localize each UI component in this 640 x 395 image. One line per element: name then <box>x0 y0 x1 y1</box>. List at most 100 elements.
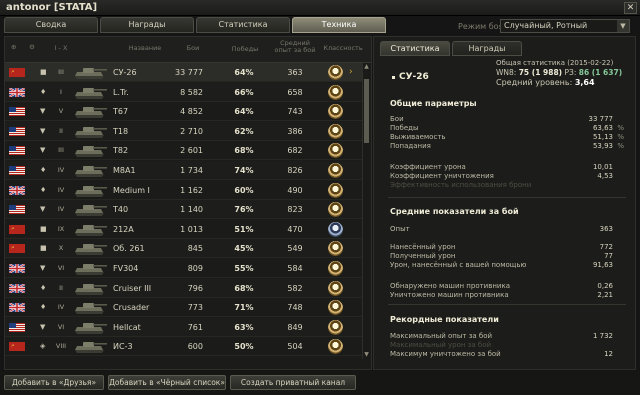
scroll-down-icon[interactable]: ▼ <box>363 352 370 358</box>
chevron-right-icon: › <box>349 67 353 77</box>
stat-label: Максимум уничтожено за бой <box>390 350 501 358</box>
mastery-badge-icon <box>328 241 343 257</box>
nation-flag-icon: ☭ <box>9 224 25 234</box>
tier-header[interactable]: I - X <box>53 45 69 52</box>
battles-cell: 33 777 <box>175 68 203 77</box>
tank-icon <box>71 84 109 101</box>
vehicle-name-cell: СУ-26 <box>113 68 137 77</box>
add-friend-button[interactable]: Добавить в «Друзья» <box>4 375 104 390</box>
vehicle-type-icon: ▼ <box>40 205 46 214</box>
stat-label: Бои <box>390 115 404 123</box>
table-row[interactable]: ♦ IV Crusader 773 71% 748 <box>5 298 362 318</box>
table-row[interactable]: ▼ V T67 4 852 64% 743 <box>5 102 362 122</box>
wins-header[interactable]: Победы <box>225 46 265 53</box>
nation-flag-icon <box>9 322 25 332</box>
wins-cell: 55% <box>234 264 254 273</box>
avg-xp-header[interactable]: Средний опыт за бой <box>273 40 317 54</box>
nation-flag-icon <box>8 184 26 196</box>
table-row[interactable]: ▼ IV T40 1 140 76% 823 <box>5 200 362 220</box>
vehicle-type-icon: ▼ <box>40 322 46 331</box>
mastery-header[interactable]: Классность <box>323 45 363 52</box>
stat-unit: % <box>617 133 624 141</box>
tier-cell: III <box>58 146 64 155</box>
create-channel-button[interactable]: Создать приватный канал <box>230 375 356 390</box>
avg-xp-cell: 584 <box>287 264 303 273</box>
tank-icon <box>71 103 109 120</box>
name-header[interactable]: Название <box>123 45 167 52</box>
wins-cell: 50% <box>234 342 254 352</box>
stat-unit: % <box>617 142 624 150</box>
stat-value: 53,93 <box>592 142 613 150</box>
table-row[interactable]: ♦ IV Medium I 1 162 60% 490 <box>5 181 362 200</box>
tier-cell: IV <box>57 185 65 194</box>
stat-row: Нанесённый урон 772 <box>390 243 613 252</box>
add-blacklist-button[interactable]: Добавить в «Чёрный список» <box>108 375 226 390</box>
table-row[interactable]: ▼ III T82 2 601 68% 682 <box>5 141 362 161</box>
stat-value: 1 732 <box>592 332 613 340</box>
type-filter-icon[interactable]: ⚙ <box>29 44 35 51</box>
tab-awards[interactable]: Награды <box>100 17 194 33</box>
tier-cell: IX <box>57 224 65 233</box>
panel-tab-awards[interactable]: Награды <box>452 41 522 56</box>
nation-filter-icon[interactable]: ⊕ <box>11 44 16 51</box>
battles-cell: 1 162 <box>180 185 203 195</box>
table-scrollbar[interactable]: ▲ ▼ <box>362 63 370 359</box>
avg-xp-cell: 386 <box>287 126 303 136</box>
chevron-down-icon[interactable]: ▼ <box>617 20 629 32</box>
svg-text:☭: ☭ <box>11 226 14 230</box>
scrollbar-thumb[interactable] <box>364 79 369 143</box>
tab-summary[interactable]: Сводка <box>4 17 98 33</box>
mastery-badge-icon <box>328 104 343 120</box>
wins-cell: 68% <box>234 146 254 156</box>
stat-row: Коэффициент урона 10,01 <box>390 163 613 172</box>
stat-label: Обнаружено машин противника <box>390 282 511 290</box>
table-row[interactable]: ☭ ■ III СУ-26 33 777 64% 363 › <box>5 63 362 82</box>
nation-flag-icon: ☭ <box>9 68 25 77</box>
tab-vehicles[interactable]: Техника <box>292 17 386 33</box>
tank-icon <box>71 162 109 179</box>
tier-cell: IV <box>57 166 65 174</box>
table-row[interactable]: ☭ ■ X Об. 261 845 45% 549 <box>5 239 362 259</box>
nation-flag-icon <box>8 263 26 274</box>
stat-label: Нанесённый урон <box>390 243 456 251</box>
vehicle-name-cell: Hellcat <box>113 322 141 332</box>
scroll-up-icon[interactable]: ▲ <box>363 64 370 70</box>
table-header: ⊕ ⚙ I - X Название Бои Победы Средний оп… <box>5 37 371 63</box>
general-params-title: Общие параметры <box>390 99 477 108</box>
battle-mode-select[interactable]: Случайный, Ротный ▼ <box>500 19 630 33</box>
average-title: Средние показатели за бой <box>390 207 519 216</box>
wins-cell: 63% <box>234 322 254 332</box>
table-row[interactable]: ♦ I L.Tr. 8 582 66% 658 <box>5 82 362 102</box>
vehicle-name-cell: T18 <box>113 126 129 136</box>
tier-cell: VI <box>57 322 65 331</box>
table-row[interactable]: ☭ ■ IX 212A 1 013 51% 470 <box>5 220 362 239</box>
table-row[interactable]: ▼ VI FV304 809 55% 584 <box>5 259 362 278</box>
table-row[interactable]: ▼ II T18 2 710 62% 386 <box>5 121 362 141</box>
tank-icon <box>71 338 109 355</box>
panel-tab-statistics[interactable]: Статистика <box>380 41 450 56</box>
tab-statistics[interactable]: Статистика <box>196 17 290 33</box>
battles-header[interactable]: Бои <box>181 45 205 52</box>
table-row[interactable]: ▼ VI Hellcat 761 63% 849 <box>5 317 362 337</box>
stat-label: Уничтожено машин противника <box>390 291 509 299</box>
battles-cell: 796 <box>187 283 203 293</box>
tier-cell: VIII <box>55 342 67 351</box>
close-button[interactable]: ✕ <box>624 2 637 14</box>
avg-xp-cell: 582 <box>287 283 303 293</box>
table-row[interactable]: ☭ ◈ VIII ИС-3 600 50% 504 <box>5 337 362 357</box>
vehicle-type-icon: ▼ <box>40 264 46 272</box>
stat-value: 4,53 <box>597 172 613 180</box>
tier-cell: VI <box>57 264 65 272</box>
vehicle-name-cell: T67 <box>113 107 129 117</box>
svg-text:☭: ☭ <box>11 246 14 250</box>
vehicle-type-icon: ■ <box>40 224 47 233</box>
avg-xp-cell: 470 <box>287 224 303 234</box>
table-row[interactable]: ♦ IV M8A1 1 734 74% 826 <box>5 161 362 180</box>
tank-icon <box>71 142 109 159</box>
vehicle-type-icon: ▼ <box>40 107 46 116</box>
nation-flag-icon <box>9 126 25 136</box>
table-row[interactable]: ♦ II Cruiser III 796 68% 582 <box>5 278 362 298</box>
avg-xp-cell: 748 <box>287 303 303 313</box>
stat-value: 363 <box>599 225 613 233</box>
rz-value: 86 (1 637) <box>578 68 623 77</box>
